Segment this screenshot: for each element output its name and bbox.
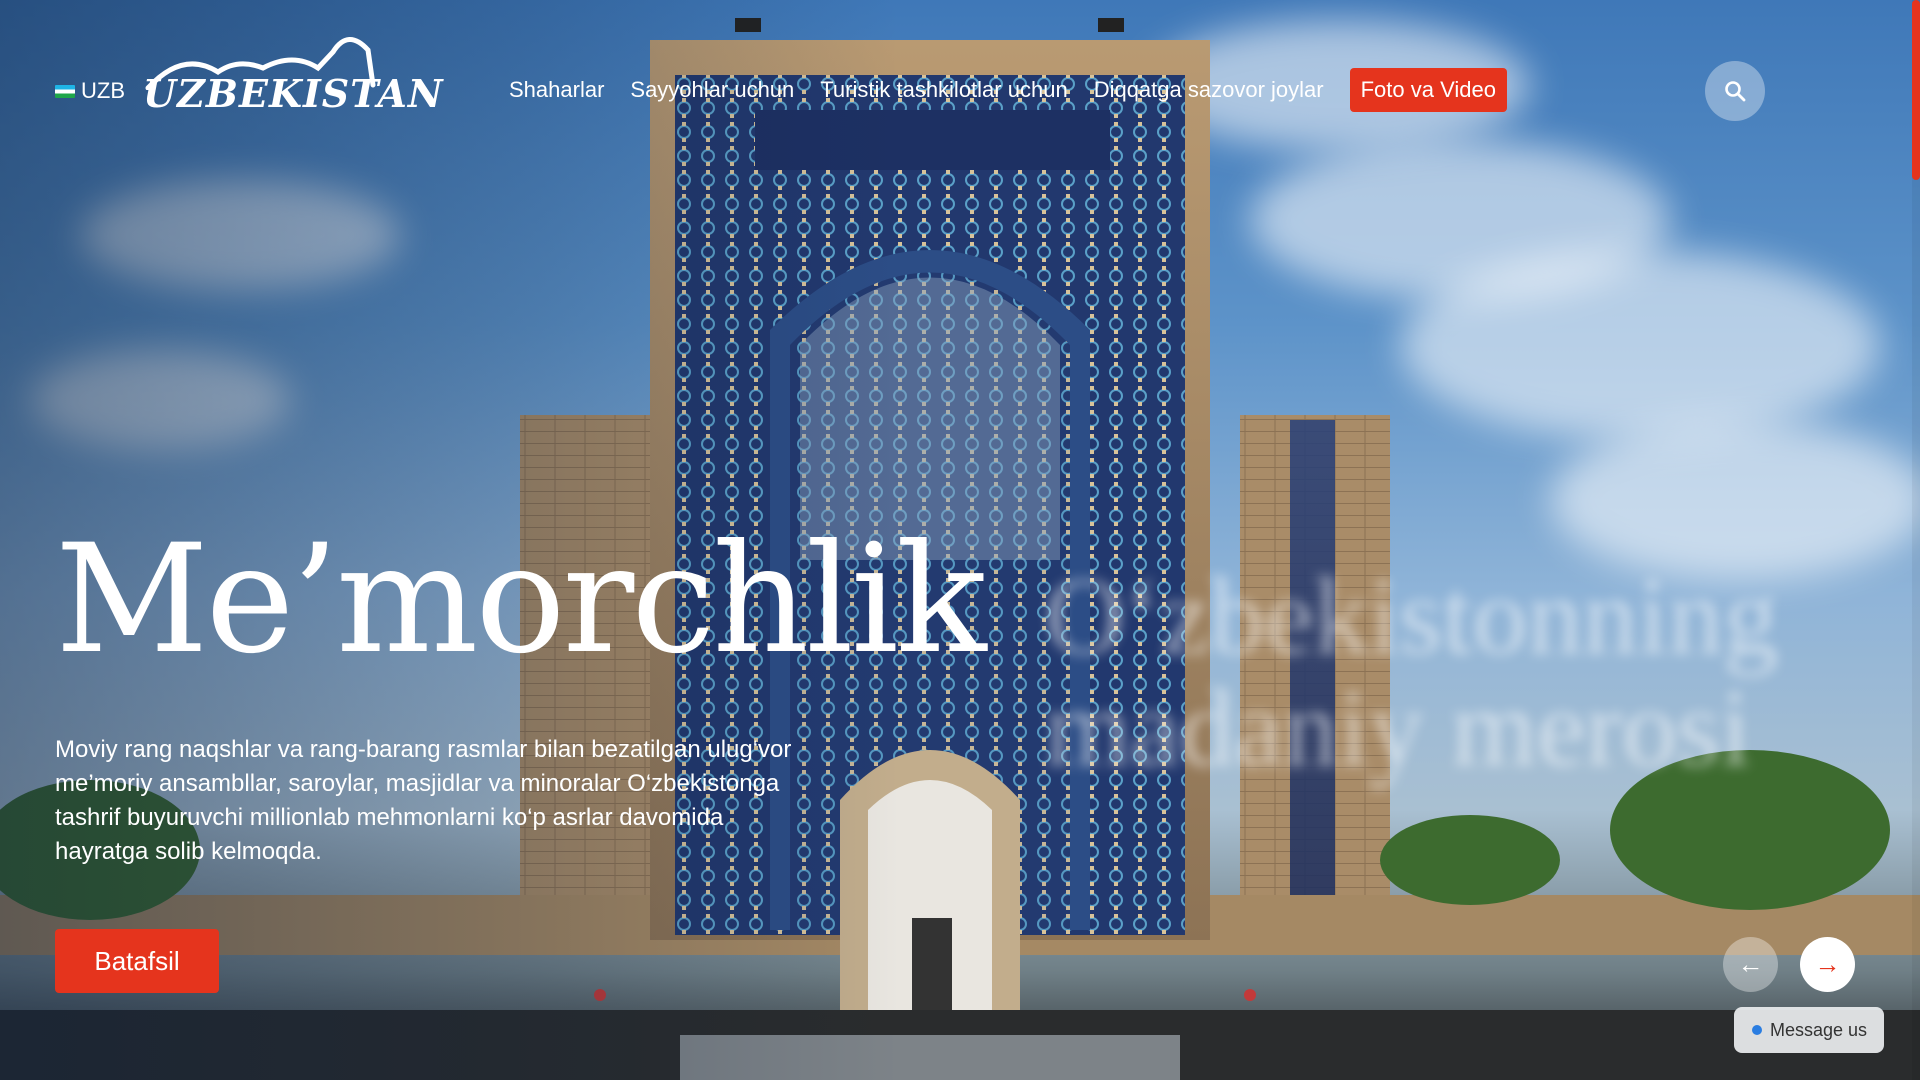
hero-title: Me’morchlik <box>55 513 987 687</box>
site-logo[interactable]: UZBEKISTAN <box>143 30 443 120</box>
online-status-icon <box>1752 1025 1762 1035</box>
message-us-label: Message us <box>1770 1019 1868 1040</box>
next-slide-button[interactable]: → <box>1800 937 1855 992</box>
main-nav: Shaharlar Sayyohlar uchun Turistik tashk… <box>509 68 1507 112</box>
search-button[interactable] <box>1705 61 1765 121</box>
nav-item-diqqatga-sazovor[interactable]: Diqqatga sazovor joylar <box>1094 77 1324 103</box>
hero-description: Moviy rang naqshlar va rang-barang rasml… <box>55 736 792 865</box>
uzbekistan-flag-icon <box>55 84 75 98</box>
nav-item-shaharlar[interactable]: Shaharlar <box>509 77 604 103</box>
arrow-left-icon: ← <box>1737 949 1764 979</box>
arrow-right-icon: → <box>1814 949 1841 979</box>
nav-item-turistik-tashkilotlar[interactable]: Turistik tashkilotlar uchun <box>820 77 1067 103</box>
language-selector[interactable]: UZB <box>55 78 125 104</box>
nav-item-sayyohlar[interactable]: Sayyohlar uchun <box>630 77 794 103</box>
message-us-widget[interactable]: Message us <box>1734 1007 1884 1053</box>
search-icon <box>1725 81 1746 102</box>
photo-video-button[interactable]: Foto va Video <box>1349 68 1507 112</box>
scrollbar-thumb[interactable] <box>1912 0 1920 180</box>
page-scrollbar[interactable] <box>1912 0 1920 1080</box>
next-slide-preview-text: O‘zbekistonning madaniy merosi <box>1045 555 1779 789</box>
more-details-button[interactable]: Batafsil <box>55 929 219 993</box>
site-header: UZB UZBEKISTAN Shaharlar Sayyohlar uchun… <box>0 0 1920 180</box>
hero-section: UZB UZBEKISTAN Shaharlar Sayyohlar uchun… <box>0 0 1920 1080</box>
previous-slide-button[interactable]: ← <box>1723 937 1778 992</box>
logo-wordmark: UZBEKISTAN <box>143 71 444 116</box>
language-label: UZB <box>81 78 125 103</box>
